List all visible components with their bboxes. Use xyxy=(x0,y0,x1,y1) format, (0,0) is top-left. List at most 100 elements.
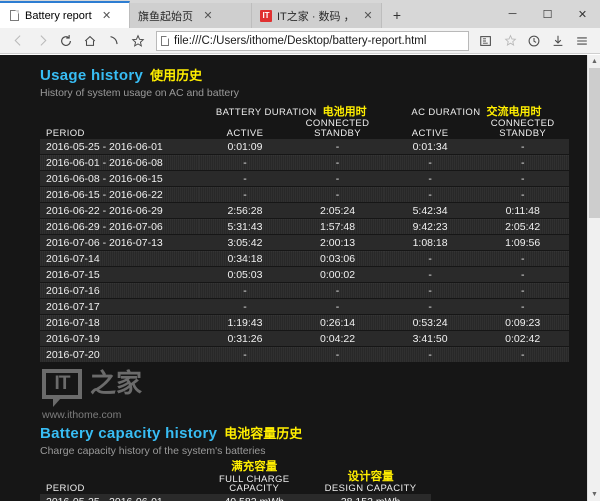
cell-full-charge: 40,582 mWh xyxy=(198,494,310,501)
table-row: 2016-05-25 - 2016-06-0140,582 mWh38,152 … xyxy=(40,494,569,501)
refresh-icon[interactable] xyxy=(54,29,78,53)
cell-design-capacity: 38,152 mWh xyxy=(309,494,432,501)
cell-ac-active: - xyxy=(383,282,477,300)
cell-battery-active: - xyxy=(198,298,292,316)
table-row: 2016-07-18 1:19:43 0:26:14 0:53:24 0:09:23 xyxy=(40,314,569,332)
cell-period: 2016-07-18 xyxy=(40,314,199,332)
cell-ac-active: - xyxy=(383,266,477,284)
cell-ac-active: 9:42:23 xyxy=(383,218,477,236)
cell-ac-standby: - xyxy=(476,346,569,364)
cell-ac-standby: - xyxy=(476,170,569,188)
cell-ac-standby: 2:05:42 xyxy=(476,218,569,236)
ithome-logo: IT 之家 xyxy=(42,369,569,408)
usage-history-title: Usage history xyxy=(40,67,144,84)
column-header-period: PERIOD xyxy=(46,483,85,495)
forward-arrow-icon[interactable] xyxy=(30,29,54,53)
back-arrow-icon[interactable] xyxy=(6,29,30,53)
minimize-button[interactable]: ─ xyxy=(495,0,530,28)
reading-view-icon[interactable] xyxy=(102,29,126,53)
group-header-ac-duration: AC DURATION 交流电用时 xyxy=(411,106,542,118)
scrollbar-thumb[interactable] xyxy=(589,68,600,218)
download-icon[interactable] xyxy=(546,29,570,53)
usage-history-title-cn: 使用历史 xyxy=(150,68,203,83)
cell-period: 2016-06-01 - 2016-06-08 xyxy=(40,154,199,172)
cell-battery-standby: 0:26:14 xyxy=(291,314,384,332)
cell-ac-standby: 0:02:42 xyxy=(476,330,569,348)
table-row: 2016-07-14 0:34:18 0:03:06- - xyxy=(40,250,569,268)
cell-battery-standby: - xyxy=(291,138,384,156)
cell-battery-standby: 0:03:06 xyxy=(291,250,384,268)
column-header-period: PERIOD xyxy=(46,127,85,139)
usage-column-header-row: PERIOD ACTIVE CONNECTED STANDBY ACTIVE CO… xyxy=(40,119,569,139)
capacity-history-title-cn: 电池容量历史 xyxy=(224,426,303,442)
cell-battery-active: 3:05:42 xyxy=(198,234,292,252)
cell-ac-standby: - xyxy=(476,282,569,300)
page-scrollbar[interactable]: ▲ ▼ xyxy=(587,55,600,501)
cell-battery-active: 1:19:43 xyxy=(198,314,292,332)
cell-period: 2016-07-17 xyxy=(40,298,199,316)
home-icon[interactable] xyxy=(78,29,102,53)
page-viewport: Usage history 使用历史 History of system usag… xyxy=(0,55,600,501)
tab-close-button[interactable]: ✕ xyxy=(361,9,375,23)
cell-ac-standby: 0:11:48 xyxy=(476,202,569,220)
cell-ac-active: - xyxy=(383,346,477,364)
ithome-logo-cn: 之家 xyxy=(90,369,143,399)
cell-battery-active: 5:31:43 xyxy=(198,218,292,236)
scroll-down-button[interactable]: ▼ xyxy=(588,488,600,501)
tab-battery-report[interactable]: Battery report ✕ xyxy=(0,1,130,28)
table-row: 2016-06-15 - 2016-06-22- - - - xyxy=(40,186,569,204)
scroll-up-button[interactable]: ▲ xyxy=(588,55,600,68)
tab-title: Battery report xyxy=(25,9,92,22)
column-header-ac-connected-standby: CONNECTED STANDBY xyxy=(490,118,555,139)
group-header-blank xyxy=(40,103,199,119)
tab-close-button[interactable]: ✕ xyxy=(201,9,215,23)
cell-ac-active: 0:01:34 xyxy=(383,138,477,156)
clock-icon[interactable] xyxy=(522,29,546,53)
usage-history-table: BATTERY DURATION 电池用时 AC DURATION 交流电用时 PE… xyxy=(40,103,569,364)
title-bar: Battery report ✕ 旗鱼起始页 ✕ IT IT之家 · 数码 ，科… xyxy=(0,0,600,28)
browser-toolbar: file:///C:/Users/ithome/Desktop/battery-… xyxy=(0,28,600,54)
cell-ac-active: 0:53:24 xyxy=(383,314,477,332)
cell-battery-active: 0:05:03 xyxy=(198,266,292,284)
cell-battery-standby: - xyxy=(291,282,384,300)
cell-period: 2016-06-22 - 2016-06-29 xyxy=(40,202,199,220)
capacity-history-title: Battery capacity history xyxy=(40,425,218,443)
maximize-button[interactable]: ☐ xyxy=(530,0,565,28)
cell-ac-active: - xyxy=(383,170,477,188)
address-bar[interactable]: file:///C:/Users/ithome/Desktop/battery-… xyxy=(156,30,469,51)
capacity-column-header-row: PERIOD 满充容量 FULL CHARGE CAPACITY 设计容量 DES… xyxy=(40,461,569,494)
battery-report-page: Usage history 使用历史 History of system usag… xyxy=(0,55,587,501)
cell-period: 2016-07-14 xyxy=(40,250,199,268)
battery-capacity-table: PERIOD 满充容量 FULL CHARGE CAPACITY 设计容量 DES… xyxy=(40,461,569,501)
table-row: 2016-07-19 0:31:26 0:04:22 3:41:50 0:02:42 xyxy=(40,330,569,348)
tab-ithome[interactable]: IT IT之家 · 数码 ，科技，生 ✕ xyxy=(252,3,382,28)
reading-list-icon[interactable] xyxy=(474,29,498,53)
battery-capacity-table-body: 2016-05-25 - 2016-06-0140,582 mWh38,152 … xyxy=(40,494,569,501)
tab-close-button[interactable]: ✕ xyxy=(100,9,114,23)
table-row: 2016-06-01 - 2016-06-08- - - - xyxy=(40,154,569,172)
star-icon[interactable] xyxy=(126,29,150,53)
table-row: 2016-06-29 - 2016-07-06 5:31:43 1:57:48 9:4… xyxy=(40,218,569,236)
table-row: 2016-07-15 0:05:03 0:00:02- - xyxy=(40,266,569,284)
cell-ac-active: - xyxy=(383,154,477,172)
new-tab-button[interactable]: + xyxy=(386,4,408,26)
column-header-blank xyxy=(431,461,569,494)
cell-ac-active: - xyxy=(383,186,477,204)
cell-ac-active: - xyxy=(383,298,477,316)
cell-battery-standby: - xyxy=(291,346,384,364)
cell-battery-active: 2:56:28 xyxy=(198,202,292,220)
cell-ac-standby: - xyxy=(476,186,569,204)
cell-battery-standby: 1:57:48 xyxy=(291,218,384,236)
cell-ac-active: 5:42:34 xyxy=(383,202,477,220)
close-button[interactable]: ✕ xyxy=(565,0,600,28)
tab-sailfish-start-page[interactable]: 旗鱼起始页 ✕ xyxy=(130,3,252,28)
cell-battery-standby: - xyxy=(291,154,384,172)
hamburger-menu-icon[interactable] xyxy=(570,29,594,53)
cell-period: 2016-05-25 - 2016-06-01 xyxy=(40,494,199,501)
ithome-icon: IT xyxy=(260,9,272,22)
cell-ac-standby: - xyxy=(476,266,569,284)
cell-period: 2016-07-20 xyxy=(40,346,199,364)
cell-period: 2016-07-06 - 2016-07-13 xyxy=(40,234,199,252)
table-row: 2016-07-20- - - - xyxy=(40,346,569,364)
star-outline-icon[interactable] xyxy=(498,29,522,53)
